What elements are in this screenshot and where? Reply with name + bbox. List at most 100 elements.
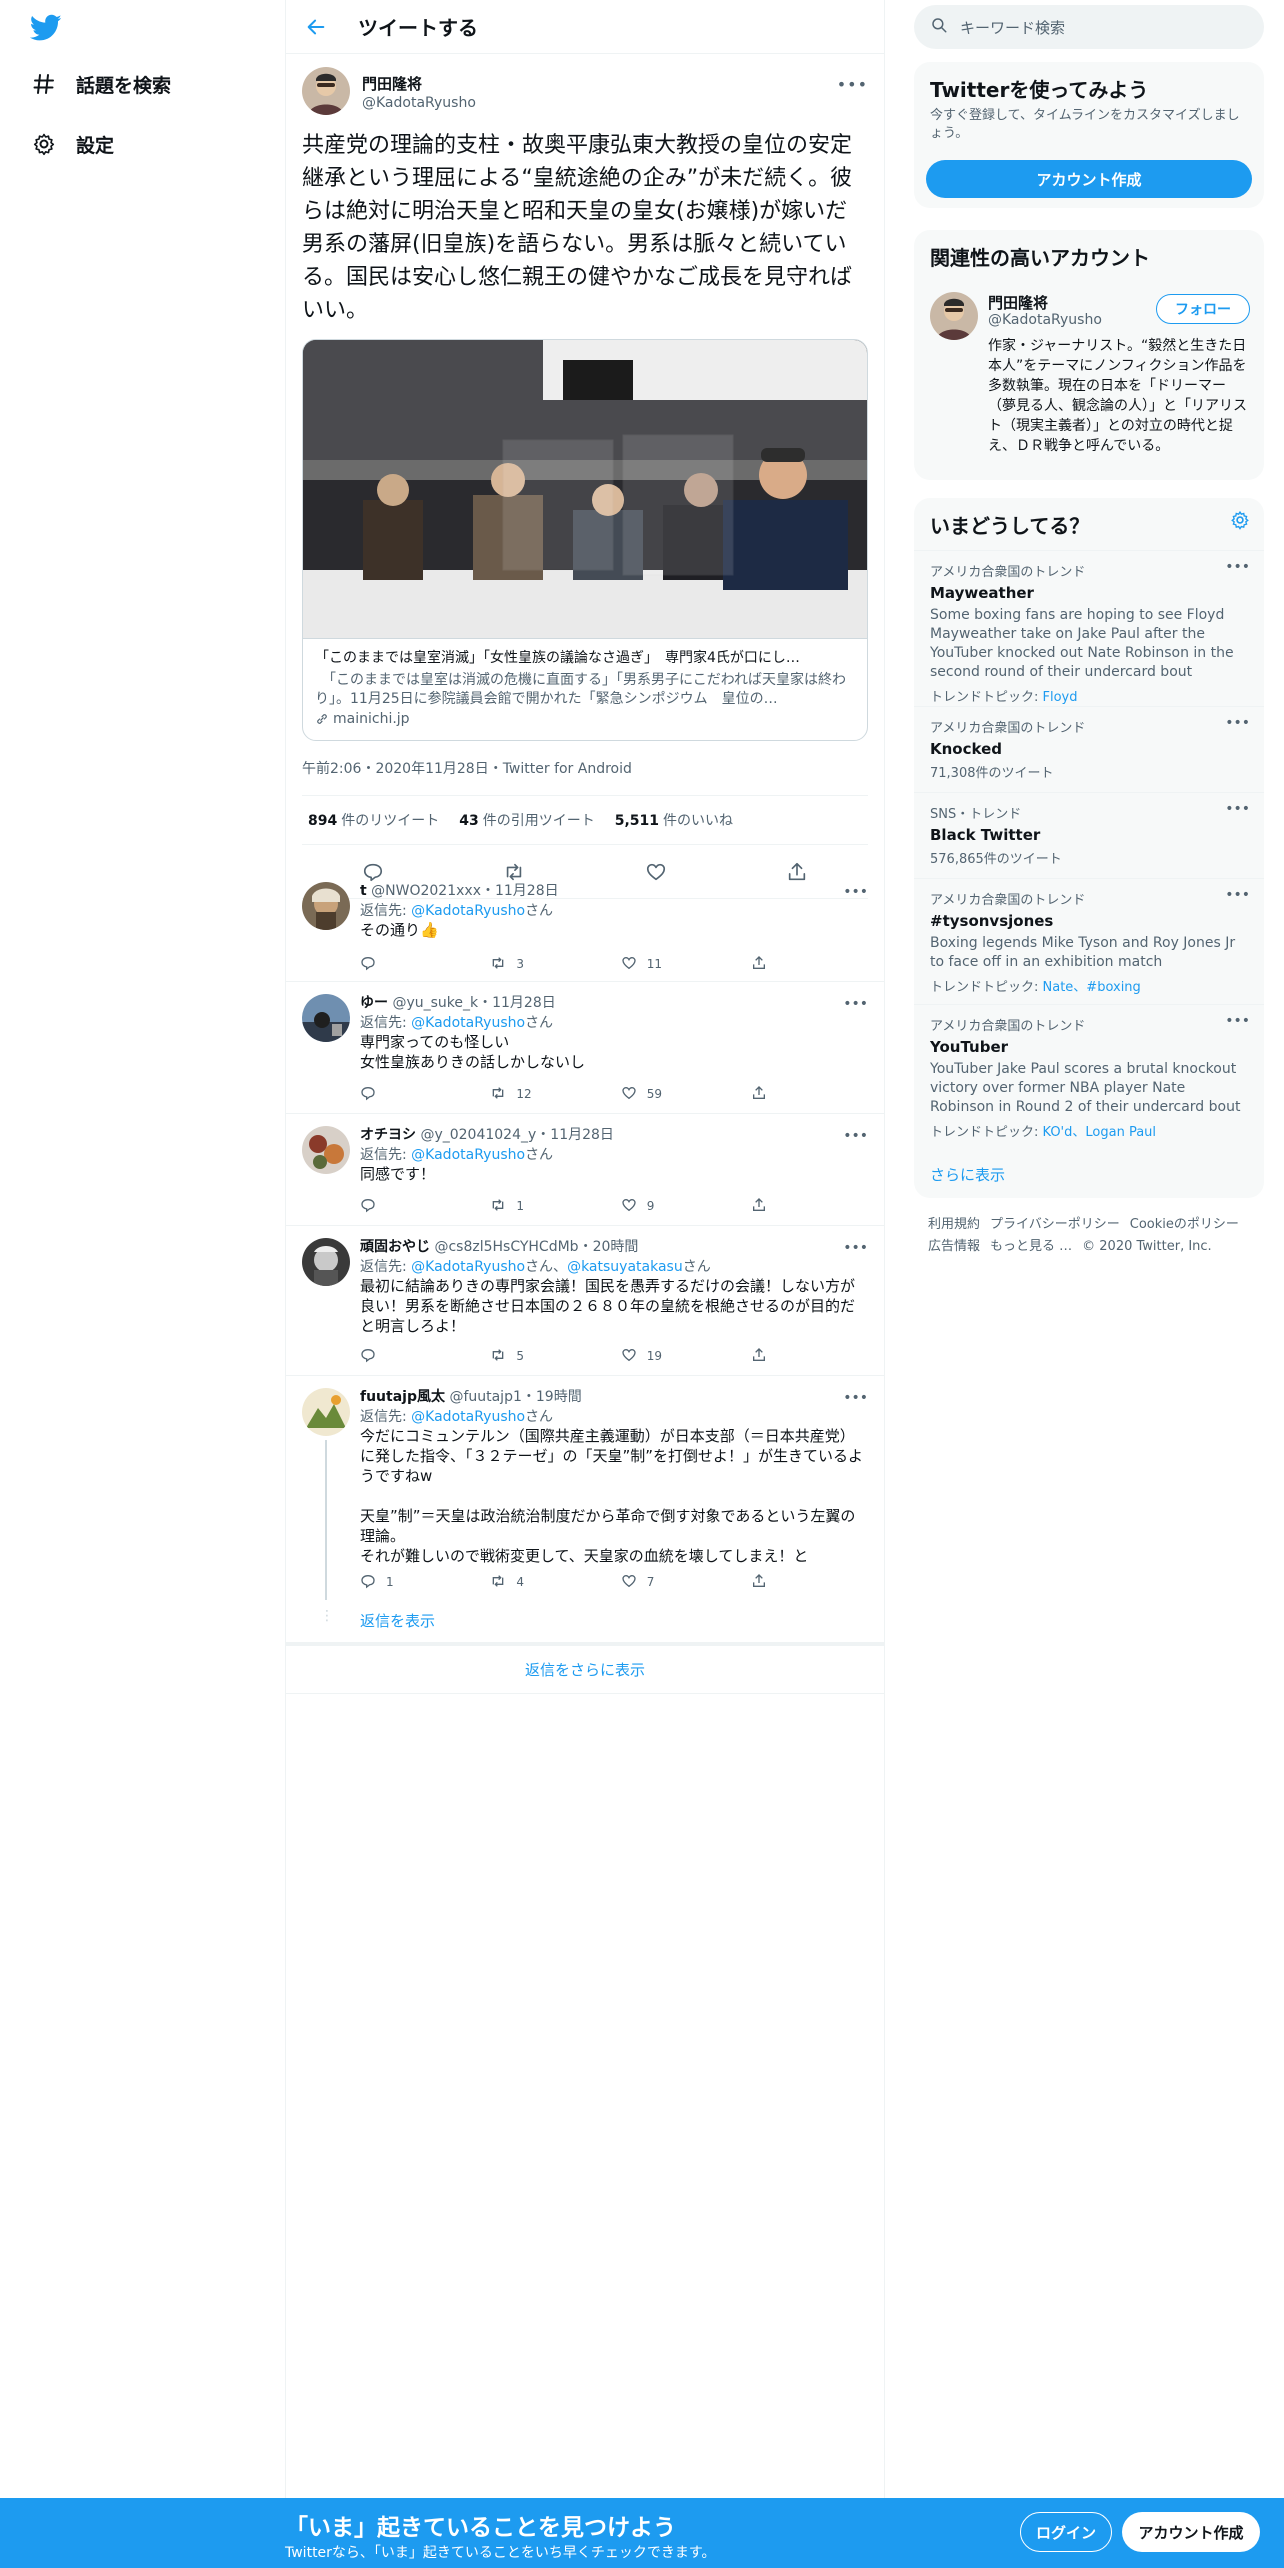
avatar[interactable] <box>302 1388 350 1436</box>
mention-link[interactable]: @KadotaRyusho <box>411 1409 525 1425</box>
trend-item[interactable]: アメリカ合衆国のトレンド Knocked 71,308件のツイート ••• <box>914 706 1264 792</box>
follow-button[interactable]: フォロー <box>1156 294 1250 324</box>
nav-explore[interactable]: 話題を検索 <box>30 64 171 104</box>
reply-author-handle[interactable]: @yu_suke_k <box>392 995 478 1011</box>
trend-item[interactable]: アメリカ合衆国のトレンド Mayweather Some boxing fans… <box>914 550 1264 706</box>
create-account-button[interactable]: アカウント作成 <box>926 160 1252 198</box>
avatar[interactable] <box>302 67 350 115</box>
nav-settings[interactable]: 設定 <box>30 124 114 164</box>
reply-author-name[interactable]: ゆー <box>360 995 388 1011</box>
mention-link[interactable]: @katsuyatakasu <box>567 1259 683 1275</box>
avatar[interactable] <box>302 882 350 930</box>
related-account-name[interactable]: 門田隆将 <box>988 292 1048 313</box>
tweet-text: 共産党の理論的支柱・故奥平康弘東大教授の皇位の安定継承という理屈による“皇統途絶… <box>302 133 853 323</box>
mention-link[interactable]: @KadotaRyusho <box>411 903 525 919</box>
more-options-icon[interactable]: ••• <box>1225 559 1250 575</box>
like-action[interactable]: 11 <box>621 955 751 974</box>
quotes-stat[interactable]: 43 件の引用ツイート <box>459 810 594 830</box>
more-options-icon[interactable]: ••• <box>1225 1013 1250 1029</box>
mention-link[interactable]: @KadotaRyusho <box>411 1259 525 1275</box>
retweet-action[interactable]: 4 <box>490 1573 620 1592</box>
share-action[interactable] <box>751 1085 780 1104</box>
footer-link[interactable]: 広告情報 <box>928 1239 980 1254</box>
like-action[interactable]: 7 <box>621 1573 751 1592</box>
show-more-trends-link[interactable]: さらに表示 <box>930 1164 1005 1185</box>
share-action[interactable] <box>751 1197 780 1216</box>
like-count: 7 <box>646 1575 655 1589</box>
related-account-handle[interactable]: @KadotaRyusho <box>988 312 1102 328</box>
more-options-icon[interactable]: ••• <box>843 996 868 1012</box>
link-card[interactable]: 「このままでは皇室消滅」「女性皇族の議論なさ過ぎ」 専門家4氏が口にし… 「この… <box>302 339 868 741</box>
retweet-action[interactable]: 3 <box>490 955 620 974</box>
footer-more-link[interactable]: もっと見る … <box>990 1239 1072 1254</box>
more-options-icon[interactable]: ••• <box>843 884 868 900</box>
footer-link[interactable]: プライバシーポリシー <box>990 1217 1120 1232</box>
reply-time[interactable]: 11月28日 <box>495 883 559 899</box>
reply-author-handle[interactable]: @fuutajp1 <box>449 1389 521 1405</box>
like-action[interactable]: 9 <box>621 1197 751 1216</box>
share-action[interactable] <box>751 1573 780 1592</box>
show-replies-link[interactable]: 返信を表示 <box>360 1610 435 1631</box>
retweets-stat[interactable]: 894 件のリツイート <box>308 810 439 830</box>
reply-author-name[interactable]: オチヨシ <box>360 1127 416 1143</box>
more-options-icon[interactable]: ••• <box>1225 887 1250 903</box>
tweet-timestamp[interactable]: 午前2:06・2020年11月28日・Twitter for Android <box>302 755 868 781</box>
trend-item[interactable]: アメリカ合衆国のトレンド #tysonvsjones Boxing legend… <box>914 878 1264 1004</box>
reply-action[interactable] <box>360 1347 490 1366</box>
avatar[interactable] <box>302 994 350 1042</box>
reply-author-name[interactable]: 頑固おやじ <box>360 1239 430 1255</box>
signup-button[interactable]: アカウント作成 <box>1122 2512 1260 2552</box>
retweet-action[interactable]: 12 <box>490 1085 620 1104</box>
settings-gear-icon[interactable] <box>1230 510 1250 534</box>
footer-link[interactable]: Cookieのポリシー <box>1130 1217 1239 1232</box>
trend-item[interactable]: アメリカ合衆国のトレンド YouTuber YouTuber Jake Paul… <box>914 1004 1264 1150</box>
share-action[interactable] <box>751 955 780 974</box>
author-handle[interactable]: @KadotaRyusho <box>362 95 476 111</box>
mention-link[interactable]: @KadotaRyusho <box>411 1147 525 1163</box>
more-options-icon[interactable]: ••• <box>1225 801 1250 817</box>
retweet-action[interactable]: 1 <box>490 1197 620 1216</box>
reply-tweet[interactable]: fuutajp風太 @fuutajp1・19時間 返信先: @KadotaRyu… <box>286 1376 884 1642</box>
back-arrow-icon[interactable] <box>298 9 334 45</box>
reply-to-line: 返信先: @KadotaRyushoさん、@katsuyatakasuさん <box>360 1259 711 1275</box>
reply-time[interactable]: 11月28日 <box>492 995 556 1011</box>
reply-author-name[interactable]: t <box>360 883 367 899</box>
like-action[interactable]: 19 <box>621 1347 751 1366</box>
more-options-icon[interactable]: ••• <box>843 1128 868 1144</box>
reply-action[interactable] <box>360 1197 490 1216</box>
more-options-icon[interactable]: ••• <box>837 75 868 94</box>
likes-stat[interactable]: 5,511 件のいいね <box>615 810 733 830</box>
reply-time[interactable]: 11月28日 <box>550 1127 614 1143</box>
search-box[interactable]: キーワード検索 <box>914 5 1264 49</box>
show-more-replies-button[interactable]: 返信をさらに表示 <box>286 1642 884 1694</box>
trend-item[interactable]: SNS・トレンド Black Twitter 576,865件のツイート ••• <box>914 792 1264 878</box>
login-button[interactable]: ログイン <box>1020 2512 1112 2552</box>
avatar[interactable] <box>930 292 978 340</box>
reply-author-handle[interactable]: @cs8zl5HsCYHCdMb <box>434 1239 578 1255</box>
more-options-icon[interactable]: ••• <box>1225 715 1250 731</box>
author-name[interactable]: 門田隆将 <box>362 73 422 94</box>
twitter-bird-icon[interactable] <box>29 14 62 42</box>
reply-author-handle[interactable]: @y_02041024_y <box>420 1127 536 1143</box>
retweet-action[interactable]: 5 <box>490 1347 620 1366</box>
reply-tweet[interactable]: 頑固おやじ @cs8zl5HsCYHCdMb・20時間 返信先: @Kadota… <box>286 1226 884 1376</box>
reply-tweet[interactable]: ゆー @yu_suke_k・11月28日 返信先: @KadotaRyushoさ… <box>286 982 884 1114</box>
mention-link[interactable]: @KadotaRyusho <box>411 1015 525 1031</box>
reply-action[interactable]: 1 <box>360 1573 490 1592</box>
reply-time[interactable]: 19時間 <box>536 1389 582 1405</box>
like-action[interactable]: 59 <box>621 1085 751 1104</box>
reply-tweet[interactable]: オチヨシ @y_02041024_y・11月28日 返信先: @KadotaRy… <box>286 1114 884 1226</box>
reply-author-name[interactable]: fuutajp風太 <box>360 1389 445 1405</box>
reply-tweet[interactable]: t @NWO2021xxx・11月28日 返信先: @KadotaRyushoさ… <box>286 870 884 982</box>
reply-action[interactable] <box>360 955 490 974</box>
more-options-icon[interactable]: ••• <box>843 1240 868 1256</box>
reply-author-handle[interactable]: @NWO2021xxx <box>371 883 481 899</box>
search-input[interactable]: キーワード検索 <box>960 17 1065 38</box>
share-action[interactable] <box>751 1347 780 1366</box>
reply-action[interactable] <box>360 1085 490 1104</box>
avatar[interactable] <box>302 1238 350 1286</box>
avatar[interactable] <box>302 1126 350 1174</box>
reply-time[interactable]: 20時間 <box>593 1239 639 1255</box>
more-options-icon[interactable]: ••• <box>843 1390 868 1406</box>
footer-link[interactable]: 利用規約 <box>928 1217 980 1232</box>
